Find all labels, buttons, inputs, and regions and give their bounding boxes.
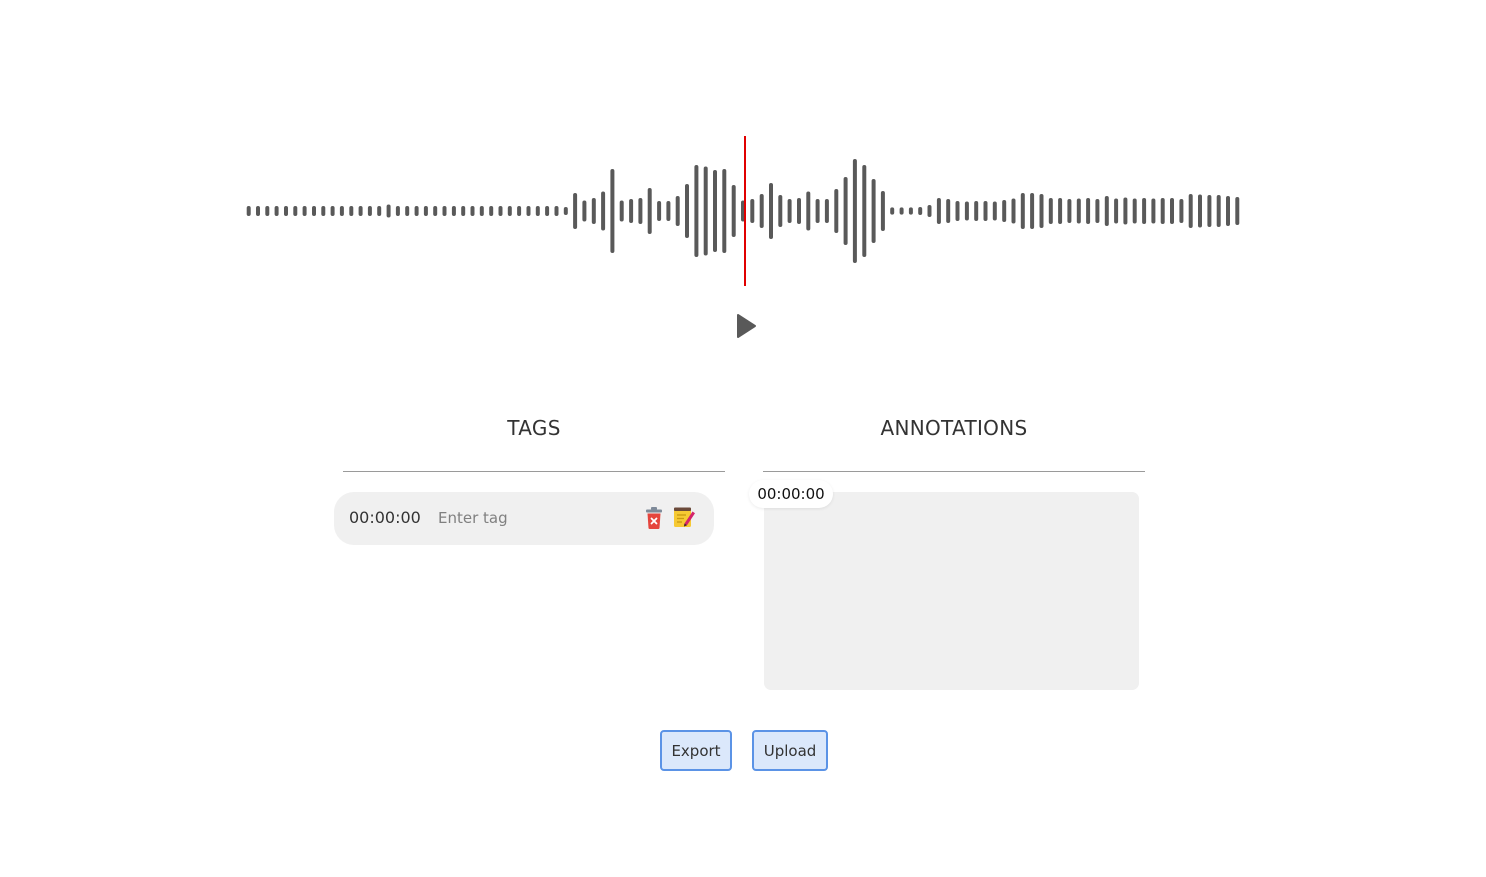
playhead-cursor[interactable]	[744, 136, 746, 286]
upload-button[interactable]: Upload	[752, 730, 828, 771]
tags-heading: TAGS	[507, 416, 561, 440]
tag-timestamp[interactable]: 00:00:00	[349, 508, 421, 527]
audio-waveform[interactable]	[238, 130, 1248, 292]
tags-divider	[343, 471, 725, 472]
edit-note-icon[interactable]	[672, 505, 696, 529]
export-button[interactable]: Export	[660, 730, 732, 771]
annotation-textarea[interactable]	[764, 492, 1139, 690]
delete-icon[interactable]	[644, 506, 664, 530]
annotations-heading: ANNOTATIONS	[880, 416, 1028, 440]
annotations-divider	[763, 471, 1145, 472]
play-icon	[737, 314, 756, 338]
tag-list-item[interactable]: 00:00:00	[334, 492, 714, 545]
tag-input[interactable]	[434, 505, 642, 531]
play-button[interactable]	[730, 310, 762, 342]
annotation-timestamp-badge: 00:00:00	[749, 480, 833, 508]
